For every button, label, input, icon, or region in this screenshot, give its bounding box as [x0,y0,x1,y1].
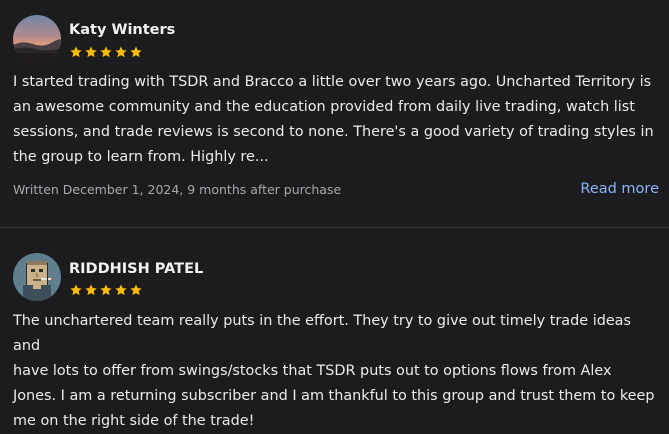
review-text: The unchartered team really puts in the … [13,309,661,434]
review-text-line: the group to learn from. Highly re... [13,149,269,165]
review-text-line: The unchartered team really puts in the … [13,313,631,354]
star-icon [85,46,97,58]
star-icon [85,284,97,296]
review-author-name[interactable]: Katy Winters [69,22,175,38]
read-more-link[interactable]: Read more [580,181,659,197]
review-text-line: me on the right side of the trade! [13,413,255,429]
star-icon [70,46,82,58]
star-icon [100,284,112,296]
star-rating [69,283,143,297]
star-icon [130,284,142,296]
review-date: Written December 1, 2024, 9 months after… [13,182,342,197]
review-card: RIDDHISH PATEL The unchartered team real… [0,228,669,429]
star-icon [130,46,142,58]
review-text: I started trading with TSDR and Bracco a… [13,70,661,170]
review-text-line: I started trading with TSDR and Bracco a… [13,74,652,90]
star-icon [100,46,112,58]
star-icon [115,284,127,296]
review-text-line: an awesome community and the education p… [13,99,635,115]
review-author-name[interactable]: RIDDHISH PATEL [69,261,203,277]
landscape-photo-avatar[interactable] [13,15,61,63]
review-text-line: sessions, and trade reviews is second to… [13,124,654,140]
star-icon [70,284,82,296]
star-rating [69,45,143,59]
review-card: Katy Winters I started trading with TSDR… [0,0,669,228]
pixel-art-avatar[interactable] [13,253,61,301]
review-text-line: have lots to offer from swings/stocks th… [13,363,612,379]
star-icon [115,46,127,58]
review-text-line: Jones. I am a returning subscriber and I… [13,388,655,404]
